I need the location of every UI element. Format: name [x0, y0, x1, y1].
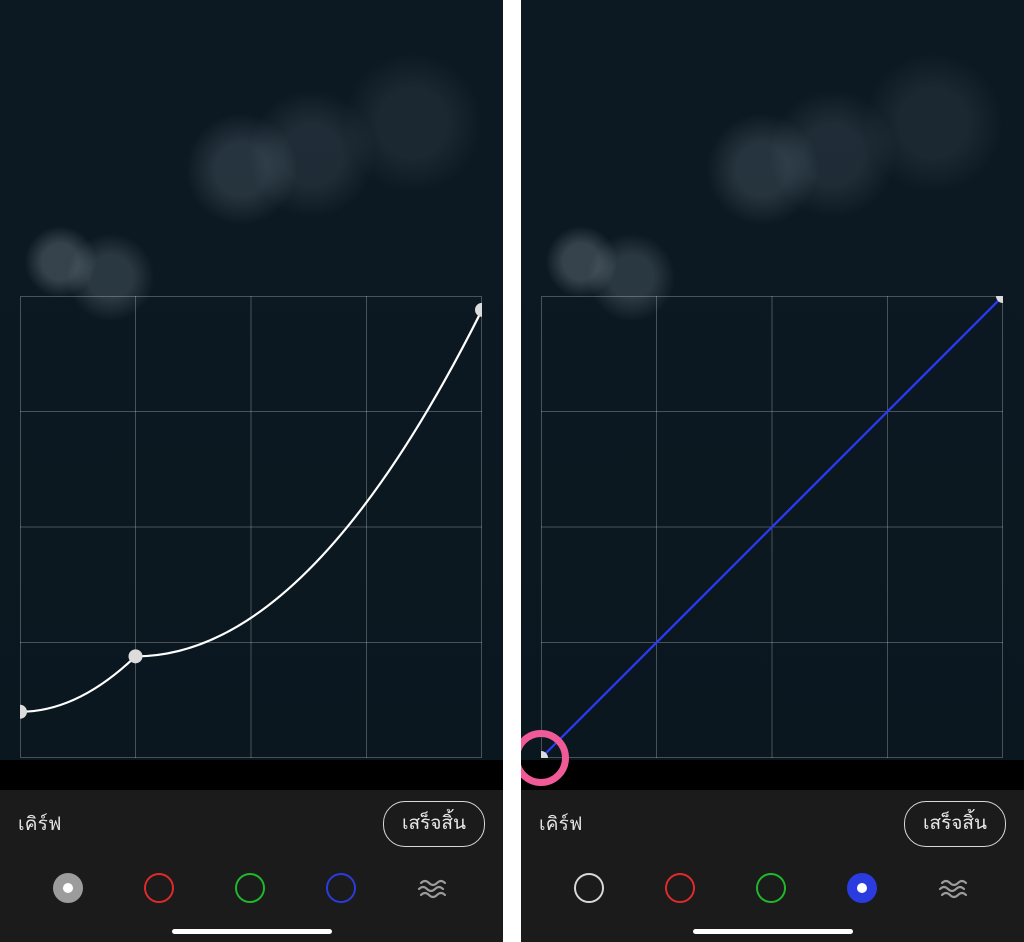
- channel-blue[interactable]: [847, 873, 877, 903]
- done-button[interactable]: เสร็จสิ้น: [383, 801, 485, 847]
- channel-green[interactable]: [235, 873, 265, 903]
- toolbar: เคิร์ฟ เสร็จสิ้น: [0, 790, 503, 942]
- black-strip: [521, 760, 1024, 790]
- curves-grid[interactable]: [20, 296, 482, 758]
- channel-row: [0, 860, 503, 916]
- channel-red[interactable]: [144, 873, 174, 903]
- channel-row: [521, 860, 1024, 916]
- channel-green[interactable]: [756, 873, 786, 903]
- editor-left: เคิร์ฟ เสร็จสิ้น: [0, 0, 503, 942]
- gap: [503, 0, 521, 942]
- channel-luminance[interactable]: [53, 873, 83, 903]
- editor-right: เคิร์ฟ เสร็จสิ้น: [521, 0, 1024, 942]
- home-indicator[interactable]: [693, 929, 853, 934]
- toolbar: เคิร์ฟ เสร็จสิ้น: [521, 790, 1024, 942]
- channel-waves[interactable]: [417, 873, 451, 903]
- curve-point[interactable]: [20, 705, 27, 719]
- curves-grid[interactable]: [541, 296, 1003, 758]
- curve-point[interactable]: [129, 649, 143, 663]
- channel-luminance[interactable]: [574, 873, 604, 903]
- tool-title: เคิร์ฟ: [539, 809, 583, 839]
- home-indicator[interactable]: [172, 929, 332, 934]
- curve-path[interactable]: [20, 296, 482, 758]
- channel-red[interactable]: [665, 873, 695, 903]
- screenshot-pair: เคิร์ฟ เสร็จสิ้น: [0, 0, 1024, 942]
- tool-title: เคิร์ฟ: [18, 809, 62, 839]
- curve-point[interactable]: [475, 303, 482, 317]
- channel-waves[interactable]: [938, 873, 972, 903]
- black-strip: [0, 760, 503, 790]
- curve-path[interactable]: [541, 296, 1003, 758]
- channel-blue[interactable]: [326, 873, 356, 903]
- done-button[interactable]: เสร็จสิ้น: [904, 801, 1006, 847]
